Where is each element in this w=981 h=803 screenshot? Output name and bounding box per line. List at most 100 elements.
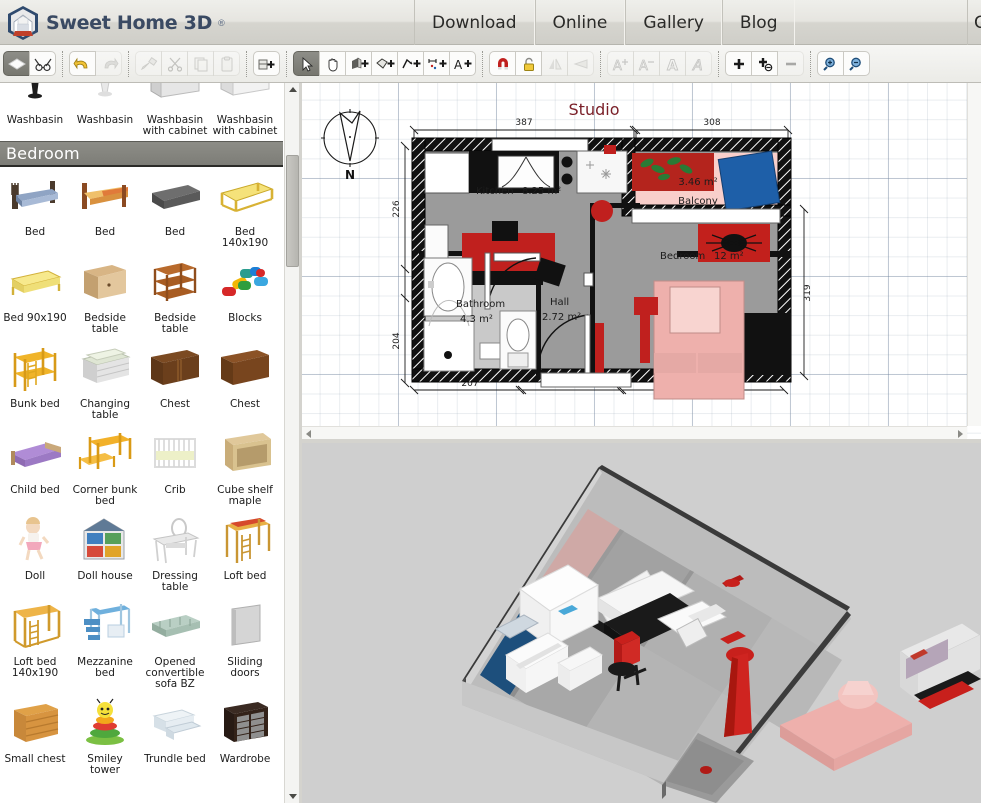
delete-level-button[interactable] xyxy=(777,51,804,76)
catalog-scrollbar[interactable] xyxy=(284,83,299,803)
lock-base-plan-button[interactable] xyxy=(515,51,542,76)
catalog-scrollbar-thumb[interactable] xyxy=(286,155,299,267)
dimension-204: 204 xyxy=(392,332,402,349)
catalog-item-crib[interactable]: Crib xyxy=(140,425,210,511)
catalog-item-label: Doll xyxy=(24,570,46,582)
paste-button[interactable] xyxy=(213,51,240,76)
flip-vertical-button[interactable] xyxy=(567,51,594,76)
catalog-item-label: Crib xyxy=(164,484,186,496)
doll-house-icon xyxy=(72,513,138,569)
add-furniture-button[interactable] xyxy=(253,51,280,76)
bold-text-button[interactable]: A xyxy=(659,51,686,76)
undo-button[interactable] xyxy=(69,51,96,76)
cut-button[interactable] xyxy=(161,51,188,76)
logo-text: Sweet Home 3D xyxy=(46,12,213,34)
catalog-item-wardrobe[interactable]: Wardrobe xyxy=(210,694,280,780)
catalog-item-bunk-bed[interactable]: Bunk bed xyxy=(0,339,70,425)
create-rooms-button[interactable] xyxy=(371,51,398,76)
decrease-text-size-button[interactable]: A xyxy=(633,51,660,76)
catalog-item-changing-table[interactable]: Changing table xyxy=(70,339,140,425)
catalog-item-loft-bed-140x190[interactable]: Loft bed 140x190 xyxy=(0,597,70,694)
select-tool-button[interactable] xyxy=(293,51,320,76)
catalog-item-dressing-table[interactable]: Dressing table xyxy=(140,511,210,597)
italic-text-button[interactable]: A xyxy=(685,51,712,76)
catalog-item-washbasin-1[interactable]: Washbasin xyxy=(0,83,70,141)
create-dimensions-button[interactable] xyxy=(423,51,450,76)
scroll-down-icon[interactable] xyxy=(285,790,300,803)
plan-vertical-scrollbar[interactable] xyxy=(967,83,981,426)
add-text-icon: A xyxy=(454,58,471,72)
catalog-item-corner-bunk-bed[interactable]: Corner bunk bed xyxy=(70,425,140,511)
plan-horizontal-scrollbar[interactable] xyxy=(302,426,967,439)
catalog-item-bed-140x190[interactable]: Bed 140x190 xyxy=(210,167,280,253)
add-text-button[interactable]: A xyxy=(449,51,476,76)
catalog-item-bed-90x190[interactable]: Bed 90x190 xyxy=(0,253,70,339)
3d-view[interactable] xyxy=(302,443,981,803)
furniture-catalog[interactable]: Washbasin Washbasin Washbasin with cabin… xyxy=(0,83,283,803)
catalog-item-bed-grey[interactable]: Bed xyxy=(140,167,210,253)
catalog-item-smiley-tower[interactable]: Smiley tower xyxy=(70,694,140,780)
plus-level-icon xyxy=(758,57,772,71)
catalog-item-bed-orange[interactable]: Bed xyxy=(70,167,140,253)
catalog-item-mezzanine-bed[interactable]: Mezzanine bed xyxy=(70,597,140,694)
catalog-item-trundle-bed[interactable]: Trundle bed xyxy=(140,694,210,780)
create-dimension-icon xyxy=(427,58,446,69)
furniture-tree-view-button[interactable] xyxy=(29,51,56,76)
catalog-item-bed-blue[interactable]: Bed xyxy=(0,167,70,253)
plan-view[interactable]: N Studio 387 308 226 204 319 207 Kitchen… xyxy=(302,83,981,438)
catalog-item-label: Bedside table xyxy=(154,312,196,335)
catalog-item-opened-convertible-sofa-bz[interactable]: Opened convertible sofa BZ xyxy=(140,597,210,694)
add-level-same-elevation-button[interactable] xyxy=(751,51,778,76)
paint-icon xyxy=(140,56,157,70)
clipboard-icon xyxy=(221,56,232,71)
nav-clipped-item[interactable]: C xyxy=(967,0,981,45)
zoom-out-button[interactable] xyxy=(843,51,870,76)
pan-tool-button[interactable] xyxy=(319,51,346,76)
nav-online[interactable]: Online xyxy=(534,0,626,45)
create-polylines-button[interactable] xyxy=(397,51,424,76)
redo-button[interactable] xyxy=(95,51,122,76)
glasses-icon xyxy=(34,58,51,71)
loft-bed-icon xyxy=(212,513,278,569)
catalog-item-doll[interactable]: Doll xyxy=(0,511,70,597)
house-logo-icon xyxy=(8,6,38,40)
chest-plain-icon xyxy=(212,341,278,397)
catalog-item-blocks[interactable]: Blocks xyxy=(210,253,280,339)
zoom-in-button[interactable] xyxy=(817,51,844,76)
scroll-up-icon[interactable] xyxy=(285,83,300,96)
catalog-item-washbasin-2[interactable]: Washbasin xyxy=(70,83,140,141)
catalog-item-doll-house[interactable]: Doll house xyxy=(70,511,140,597)
flip-horizontal-button[interactable] xyxy=(541,51,568,76)
nav-gallery[interactable]: Gallery xyxy=(625,0,722,45)
cut-paint-button[interactable] xyxy=(135,51,162,76)
nav-blog[interactable]: Blog xyxy=(721,0,796,45)
catalog-item-washbasin-cabinet-1[interactable]: Washbasin with cabinet xyxy=(140,83,210,141)
add-level-button[interactable] xyxy=(725,51,752,76)
copy-button[interactable] xyxy=(187,51,214,76)
nav-download[interactable]: Download xyxy=(414,0,535,45)
catalog-item-bedside-table-box[interactable]: Bedside table xyxy=(70,253,140,339)
catalog-item-label: Opened convertible sofa BZ xyxy=(145,656,205,690)
furniture-list-view-button[interactable] xyxy=(3,51,30,76)
catalog-item-child-bed[interactable]: Child bed xyxy=(0,425,70,511)
catalog-item-sliding-doors[interactable]: Sliding doors xyxy=(210,597,280,694)
create-walls-button[interactable] xyxy=(345,51,372,76)
catalog-item-loft-bed[interactable]: Loft bed xyxy=(210,511,280,597)
corner-bunk-bed-icon xyxy=(72,427,138,483)
room-area-bedroom: 12 m² xyxy=(714,251,744,262)
increase-text-size-button[interactable]: A xyxy=(607,51,634,76)
catalog-item-chest-doors[interactable]: Chest xyxy=(140,339,210,425)
catalog-group-bedroom[interactable]: Bedroom xyxy=(0,141,283,167)
catalog-item-chest-plain[interactable]: Chest xyxy=(210,339,280,425)
magnetism-toggle-button[interactable] xyxy=(489,51,516,76)
bedside-table-box-icon xyxy=(72,255,138,311)
catalog-item-bedside-table-shelf[interactable]: Bedside table xyxy=(140,253,210,339)
catalog-item-small-chest[interactable]: Small chest xyxy=(0,694,70,780)
sweet-home-3d-app: Sweet Home 3D ® Download Online Gallery … xyxy=(0,0,981,803)
catalog-item-cube-shelf-maple[interactable]: Cube shelf maple xyxy=(210,425,280,511)
catalog-item-washbasin-cabinet-2[interactable]: Washbasin with cabinet xyxy=(210,83,280,141)
brand-logo[interactable]: Sweet Home 3D ® xyxy=(6,4,225,42)
washbasin-cabinet-grey-icon xyxy=(142,83,208,113)
catalog-item-label: Mezzanine bed xyxy=(77,656,133,679)
compass-north-label: N xyxy=(345,168,355,182)
